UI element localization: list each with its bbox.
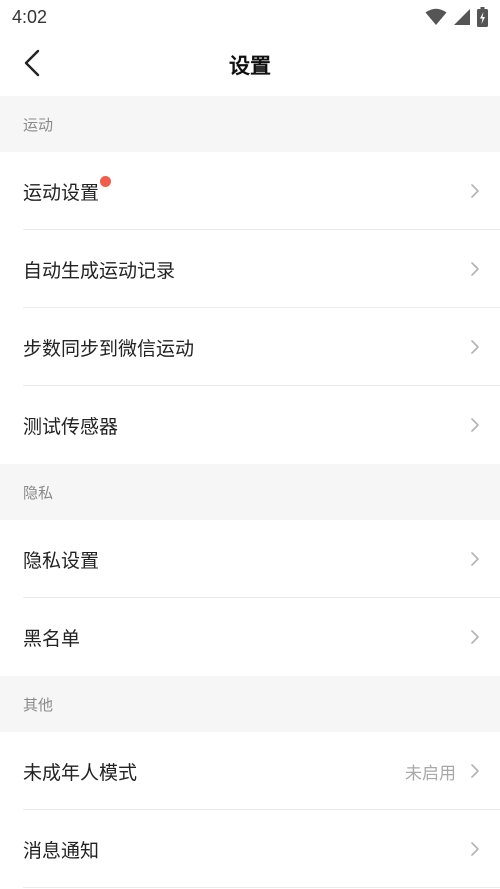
chevron-right-icon: [470, 339, 480, 355]
section-title: 隐私: [23, 483, 54, 502]
row-label: 隐私设置: [23, 549, 100, 572]
row-right: [470, 551, 480, 567]
row-label: 测试传感器: [23, 415, 119, 438]
row-label-wrap: 运动设置: [23, 175, 112, 205]
settings-screen: 4:02 设置 运动 运动设置 自动生成运动记录 步数同步到微信运动 测试传感器…: [0, 0, 500, 889]
divider: [23, 887, 500, 888]
section-header-sport: 运动: [0, 96, 500, 152]
settings-row-blacklist[interactable]: 黑名单: [0, 598, 500, 676]
settings-row-test-sensor[interactable]: 测试传感器: [0, 386, 500, 464]
chevron-left-icon: [23, 49, 41, 81]
chevron-right-icon: [470, 763, 480, 779]
settings-row-auto-generate-record[interactable]: 自动生成运动记录: [0, 230, 500, 308]
row-label: 消息通知: [23, 839, 100, 862]
section-header-other: 其他: [0, 676, 500, 732]
section-title: 其他: [23, 695, 54, 714]
chevron-right-icon: [470, 841, 480, 857]
status-icons: [425, 7, 488, 27]
row-label: 自动生成运动记录: [23, 259, 176, 282]
settings-row-minor-mode[interactable]: 未成年人模式 未启用: [0, 732, 500, 810]
status-time: 4:02: [12, 6, 48, 27]
chevron-right-icon: [470, 417, 480, 433]
chevron-right-icon: [470, 261, 480, 277]
chevron-right-icon: [470, 551, 480, 567]
wifi-icon: [425, 8, 447, 26]
row-label: 未成年人模式: [23, 761, 138, 784]
row-value: 未启用: [405, 763, 456, 784]
settings-row-sync-wechat-steps[interactable]: 步数同步到微信运动: [0, 308, 500, 386]
chevron-right-icon: [470, 183, 480, 199]
row-label: 运动设置: [23, 181, 100, 204]
section-header-privacy: 隐私: [0, 464, 500, 520]
chevron-right-icon: [470, 629, 480, 645]
row-right: [470, 629, 480, 645]
battery-charging-icon: [477, 7, 488, 27]
row-right: [470, 261, 480, 277]
row-right: [470, 339, 480, 355]
notification-dot: [100, 175, 112, 187]
row-label: 黑名单: [23, 627, 81, 650]
row-label: 步数同步到微信运动: [23, 337, 195, 360]
back-button[interactable]: [14, 45, 50, 85]
settings-row-sport-settings[interactable]: 运动设置: [0, 152, 500, 230]
nav-bar: 设置: [0, 34, 500, 96]
page-title: 设置: [229, 54, 271, 78]
row-right: [470, 417, 480, 433]
status-bar: 4:02: [0, 0, 500, 34]
cellular-signal-icon: [453, 8, 471, 26]
row-right: [470, 183, 480, 199]
row-right: 未启用: [405, 759, 480, 784]
settings-row-privacy-settings[interactable]: 隐私设置: [0, 520, 500, 598]
settings-row-message-notification[interactable]: 消息通知: [0, 810, 500, 888]
row-right: [470, 841, 480, 857]
section-title: 运动: [23, 115, 54, 134]
